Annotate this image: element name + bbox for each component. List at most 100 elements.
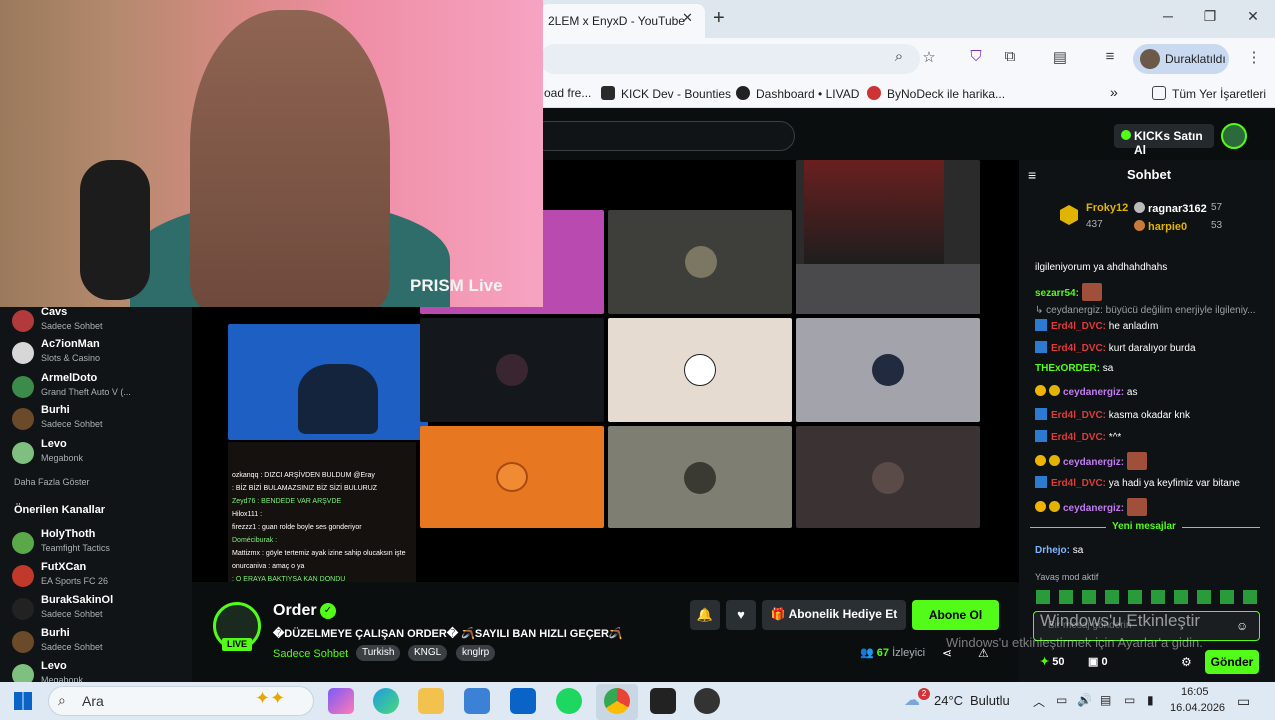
- address-bar[interactable]: [540, 44, 920, 74]
- channel-name[interactable]: Burhi: [41, 404, 70, 416]
- reading-mode-icon[interactable]: ▤: [1049, 48, 1071, 66]
- store-icon[interactable]: [464, 688, 490, 714]
- weather-desc[interactable]: Bulutlu: [970, 693, 1010, 708]
- kick-badge-icon: [1035, 476, 1047, 488]
- emote-bar[interactable]: [1036, 590, 1260, 604]
- app-icon[interactable]: [650, 688, 676, 714]
- chat-text: he anladım: [1108, 321, 1159, 332]
- bookmark-item[interactable]: KICK Dev - Bounties: [601, 86, 731, 101]
- media-control-icon[interactable]: ≡: [1099, 48, 1121, 65]
- channel-name[interactable]: Burhi: [41, 627, 70, 639]
- streamer-name[interactable]: Order: [273, 602, 317, 620]
- gift-subscription-button[interactable]: 🎁 Abonelik Hediye Et: [762, 600, 906, 630]
- tag[interactable]: KNGL: [408, 645, 448, 661]
- emoji-picker-icon[interactable]: ☺: [1236, 619, 1248, 633]
- chat-message: ceydanergiz:: [1035, 452, 1147, 470]
- chat-username[interactable]: Erd4l_DVC:: [1051, 432, 1106, 443]
- menu-icon[interactable]: ⋮: [1243, 48, 1265, 66]
- extensions-icon[interactable]: ⧉: [999, 48, 1021, 65]
- bookmark-item[interactable]: oad fre...: [544, 86, 591, 100]
- windows-start-icon[interactable]: [14, 692, 32, 710]
- tag[interactable]: knglrp: [456, 645, 496, 661]
- chat-username[interactable]: Erd4l_DVC:: [1051, 343, 1106, 354]
- channel-name[interactable]: HolyThoth: [41, 528, 95, 540]
- webcam-overlay: PRISM Live: [0, 0, 543, 307]
- chat-text: sa: [1102, 363, 1114, 374]
- chat-username[interactable]: Drhejo:: [1035, 545, 1070, 556]
- collapse-chat-icon[interactable]: ≡: [1028, 167, 1036, 183]
- chat-username[interactable]: Erd4l_DVC:: [1051, 321, 1106, 332]
- edge-icon[interactable]: [373, 688, 399, 714]
- minimize-icon[interactable]: ─: [1153, 8, 1183, 24]
- chat-settings-icon[interactable]: ⚙: [1181, 655, 1192, 669]
- chat-text: *^*: [1108, 432, 1122, 443]
- all-bookmarks[interactable]: Tüm Yer İşaretleri: [1152, 86, 1266, 101]
- send-button[interactable]: Gönder: [1205, 650, 1259, 674]
- follow-heart-icon[interactable]: ♥: [726, 600, 756, 630]
- new-tab-icon[interactable]: +: [713, 7, 725, 30]
- channel-name[interactable]: BurakSakinOl: [41, 594, 113, 606]
- outlook-icon[interactable]: [510, 688, 536, 714]
- chat-gifts[interactable]: ▣ 0: [1088, 655, 1108, 668]
- channel-avatar[interactable]: [12, 376, 34, 398]
- channel-avatar[interactable]: [12, 565, 34, 587]
- clock-date[interactable]: 16.04.2026: [1170, 702, 1225, 714]
- tag[interactable]: Turkish: [356, 645, 401, 661]
- clock-time[interactable]: 16:05: [1181, 686, 1209, 698]
- notification-icon[interactable]: ▭: [1237, 693, 1250, 710]
- bookmark-star-icon[interactable]: ☆: [918, 48, 940, 66]
- copilot-icon[interactable]: [328, 688, 354, 714]
- channel-avatar[interactable]: [12, 598, 34, 620]
- overlay-chat-line: Mattizmx : göyle tertemiz ayak izine sah…: [232, 550, 406, 557]
- chat-username[interactable]: ceydanergiz:: [1063, 387, 1124, 398]
- channel-avatar[interactable]: [12, 310, 34, 332]
- network-icon[interactable]: ▤: [1100, 693, 1111, 707]
- channel-avatar[interactable]: [12, 342, 34, 364]
- sparkle-icon: ✦✦: [255, 688, 286, 708]
- restore-icon[interactable]: ❐: [1195, 8, 1225, 25]
- channel-avatar[interactable]: [12, 631, 34, 653]
- notification-bell-icon[interactable]: 🔔: [690, 600, 720, 630]
- chat-username[interactable]: Erd4l_DVC:: [1051, 478, 1106, 489]
- spotify-icon[interactable]: [556, 688, 582, 714]
- channel-name[interactable]: FutXCan: [41, 561, 86, 573]
- stream-category[interactable]: Sadece Sohbet: [273, 648, 348, 660]
- chat-username[interactable]: ceydanergiz:: [1063, 457, 1124, 468]
- close-window-icon[interactable]: ✕: [1238, 8, 1268, 25]
- obs-icon[interactable]: [694, 688, 720, 714]
- weather-temp[interactable]: 24°C: [934, 693, 963, 708]
- close-tab-icon[interactable]: ✕: [682, 10, 693, 26]
- file-explorer-icon[interactable]: [418, 688, 444, 714]
- chat-username[interactable]: ceydanergiz:: [1063, 503, 1124, 514]
- chrome-icon[interactable]: [604, 688, 630, 714]
- channel-name[interactable]: Levo: [41, 438, 67, 450]
- channel-avatar[interactable]: [12, 532, 34, 554]
- site-search-input[interactable]: [530, 121, 795, 151]
- bookmark-item[interactable]: Dashboard • LIVAD: [736, 86, 859, 101]
- channel-avatar[interactable]: [12, 442, 34, 464]
- user-avatar[interactable]: [1221, 123, 1247, 149]
- show-more-link[interactable]: Daha Fazla Göster: [14, 477, 90, 487]
- ublock-icon[interactable]: ⛉: [965, 48, 987, 65]
- chat-points[interactable]: ✦ 50: [1040, 655, 1065, 668]
- new-messages-label: Yeni mesajlar: [1106, 521, 1182, 532]
- bookmark-item[interactable]: ByNoDeck ile harika...: [867, 86, 1005, 101]
- chat-username[interactable]: sezarr54:: [1035, 288, 1079, 299]
- subscribe-button[interactable]: Abone Ol: [912, 600, 999, 630]
- zoom-icon[interactable]: ⌕: [888, 48, 910, 65]
- chat-username[interactable]: Erd4l_DVC:: [1051, 410, 1106, 421]
- channel-name[interactable]: Cavs: [41, 306, 67, 318]
- channel-avatar[interactable]: [12, 408, 34, 430]
- channel-name[interactable]: Levo: [41, 660, 67, 672]
- channel-name[interactable]: ArmelDoto: [41, 372, 97, 384]
- display-icon[interactable]: ▭: [1124, 693, 1135, 707]
- microphone-icon[interactable]: ▮: [1147, 693, 1154, 707]
- chat-username[interactable]: THExORDER:: [1035, 363, 1100, 374]
- bookmarks-overflow-icon[interactable]: »: [1110, 84, 1118, 100]
- tray-overflow-icon[interactable]: ︿: [1033, 693, 1045, 710]
- channel-name[interactable]: Ac7ionMan: [41, 338, 100, 350]
- tray-app-icon[interactable]: ▭: [1056, 693, 1067, 707]
- search-icon: ⌕: [58, 692, 66, 708]
- volume-icon[interactable]: 🔊: [1077, 693, 1092, 707]
- browser-tab[interactable]: 2LEM x EnyxD - YouTube: [540, 4, 705, 38]
